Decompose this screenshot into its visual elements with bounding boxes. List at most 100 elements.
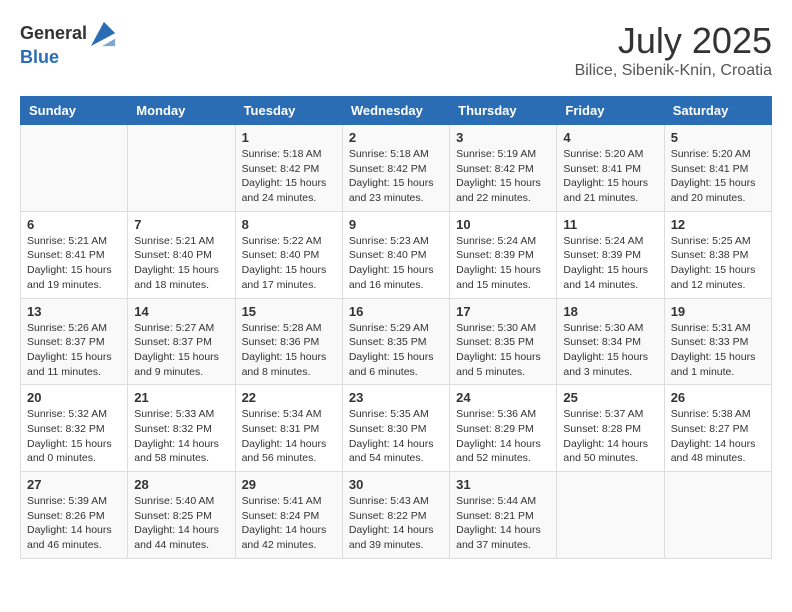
calendar-cell: 10 Sunrise: 5:24 AM Sunset: 8:39 PM Dayli… xyxy=(450,211,557,298)
calendar-cell: 15 Sunrise: 5:28 AM Sunset: 8:36 PM Dayli… xyxy=(235,298,342,385)
logo-general-text: General xyxy=(20,24,87,44)
day-info: Sunrise: 5:18 AM Sunset: 8:42 PM Dayligh… xyxy=(349,147,443,206)
calendar-cell xyxy=(557,472,664,559)
calendar-cell: 16 Sunrise: 5:29 AM Sunset: 8:35 PM Dayli… xyxy=(342,298,449,385)
day-info: Sunrise: 5:39 AM Sunset: 8:26 PM Dayligh… xyxy=(27,494,121,553)
calendar-header: SundayMondayTuesdayWednesdayThursdayFrid… xyxy=(21,97,772,125)
day-info: Sunrise: 5:24 AM Sunset: 8:39 PM Dayligh… xyxy=(456,234,550,293)
page-header: General Blue July 2025 Bilice, Sibenik-K… xyxy=(20,20,772,80)
calendar-cell: 30 Sunrise: 5:43 AM Sunset: 8:22 PM Dayli… xyxy=(342,472,449,559)
day-number: 8 xyxy=(242,217,336,232)
day-info: Sunrise: 5:22 AM Sunset: 8:40 PM Dayligh… xyxy=(242,234,336,293)
day-number: 15 xyxy=(242,304,336,319)
day-number: 25 xyxy=(563,390,657,405)
day-number: 7 xyxy=(134,217,228,232)
calendar-day-header: Friday xyxy=(557,97,664,125)
day-number: 19 xyxy=(671,304,765,319)
calendar-cell: 13 Sunrise: 5:26 AM Sunset: 8:37 PM Dayli… xyxy=(21,298,128,385)
day-info: Sunrise: 5:41 AM Sunset: 8:24 PM Dayligh… xyxy=(242,494,336,553)
calendar-table: SundayMondayTuesdayWednesdayThursdayFrid… xyxy=(20,96,772,559)
day-info: Sunrise: 5:30 AM Sunset: 8:35 PM Dayligh… xyxy=(456,321,550,380)
calendar-day-header: Saturday xyxy=(664,97,771,125)
day-info: Sunrise: 5:43 AM Sunset: 8:22 PM Dayligh… xyxy=(349,494,443,553)
calendar-cell: 24 Sunrise: 5:36 AM Sunset: 8:29 PM Dayli… xyxy=(450,385,557,472)
day-info: Sunrise: 5:29 AM Sunset: 8:35 PM Dayligh… xyxy=(349,321,443,380)
day-number: 29 xyxy=(242,477,336,492)
calendar-week-row: 20Sunrise: 5:32 AM Sunset: 8:32 PM Dayli… xyxy=(21,385,772,472)
month-title: July 2025 xyxy=(575,20,772,62)
calendar-cell: 17 Sunrise: 5:30 AM Sunset: 8:35 PM Dayli… xyxy=(450,298,557,385)
day-number: 18 xyxy=(563,304,657,319)
calendar-cell: 5 Sunrise: 5:20 AM Sunset: 8:41 PM Daylig… xyxy=(664,125,771,212)
day-number: 28 xyxy=(134,477,228,492)
logo-blue-text: Blue xyxy=(20,47,59,67)
day-number: 13 xyxy=(27,304,121,319)
day-info: Sunrise: 5:28 AM Sunset: 8:36 PM Dayligh… xyxy=(242,321,336,380)
day-info: Sunrise: 5:31 AM Sunset: 8:33 PM Dayligh… xyxy=(671,321,765,380)
day-info: Sunrise: 5:33 AM Sunset: 8:32 PM Dayligh… xyxy=(134,407,228,466)
calendar-cell: 3Sunrise: 5:19 AM Sunset: 8:42 PM Daylig… xyxy=(450,125,557,212)
day-number: 20 xyxy=(27,390,121,405)
calendar-day-header: Sunday xyxy=(21,97,128,125)
day-number: 24 xyxy=(456,390,550,405)
logo-icon xyxy=(89,20,117,48)
calendar-cell: 20Sunrise: 5:32 AM Sunset: 8:32 PM Dayli… xyxy=(21,385,128,472)
calendar-cell xyxy=(664,472,771,559)
calendar-cell: 4 Sunrise: 5:20 AM Sunset: 8:41 PM Daylig… xyxy=(557,125,664,212)
calendar-cell: 26 Sunrise: 5:38 AM Sunset: 8:27 PM Dayli… xyxy=(664,385,771,472)
day-info: Sunrise: 5:34 AM Sunset: 8:31 PM Dayligh… xyxy=(242,407,336,466)
day-number: 27 xyxy=(27,477,121,492)
calendar-body: 1 Sunrise: 5:18 AM Sunset: 8:42 PM Daylig… xyxy=(21,125,772,559)
day-info: Sunrise: 5:27 AM Sunset: 8:37 PM Dayligh… xyxy=(134,321,228,380)
calendar-day-header: Monday xyxy=(128,97,235,125)
day-number: 23 xyxy=(349,390,443,405)
day-info: Sunrise: 5:30 AM Sunset: 8:34 PM Dayligh… xyxy=(563,321,657,380)
day-info: Sunrise: 5:24 AM Sunset: 8:39 PM Dayligh… xyxy=(563,234,657,293)
day-number: 12 xyxy=(671,217,765,232)
day-number: 4 xyxy=(563,130,657,145)
location-title: Bilice, Sibenik-Knin, Croatia xyxy=(575,62,772,80)
day-number: 10 xyxy=(456,217,550,232)
calendar-cell: 1 Sunrise: 5:18 AM Sunset: 8:42 PM Daylig… xyxy=(235,125,342,212)
day-info: Sunrise: 5:40 AM Sunset: 8:25 PM Dayligh… xyxy=(134,494,228,553)
calendar-cell: 31Sunrise: 5:44 AM Sunset: 8:21 PM Dayli… xyxy=(450,472,557,559)
day-info: Sunrise: 5:20 AM Sunset: 8:41 PM Dayligh… xyxy=(563,147,657,206)
calendar-cell: 11Sunrise: 5:24 AM Sunset: 8:39 PM Dayli… xyxy=(557,211,664,298)
calendar-cell: 29 Sunrise: 5:41 AM Sunset: 8:24 PM Dayli… xyxy=(235,472,342,559)
day-info: Sunrise: 5:20 AM Sunset: 8:41 PM Dayligh… xyxy=(671,147,765,206)
logo: General Blue xyxy=(20,20,117,68)
day-number: 16 xyxy=(349,304,443,319)
day-number: 17 xyxy=(456,304,550,319)
calendar-day-header: Tuesday xyxy=(235,97,342,125)
calendar-header-row: SundayMondayTuesdayWednesdayThursdayFrid… xyxy=(21,97,772,125)
day-info: Sunrise: 5:18 AM Sunset: 8:42 PM Dayligh… xyxy=(242,147,336,206)
day-info: Sunrise: 5:19 AM Sunset: 8:42 PM Dayligh… xyxy=(456,147,550,206)
calendar-cell: 22 Sunrise: 5:34 AM Sunset: 8:31 PM Dayli… xyxy=(235,385,342,472)
calendar-cell xyxy=(128,125,235,212)
calendar-cell xyxy=(21,125,128,212)
calendar-cell: 2Sunrise: 5:18 AM Sunset: 8:42 PM Daylig… xyxy=(342,125,449,212)
calendar-cell: 14Sunrise: 5:27 AM Sunset: 8:37 PM Dayli… xyxy=(128,298,235,385)
title-section: July 2025 Bilice, Sibenik-Knin, Croatia xyxy=(575,20,772,80)
day-number: 22 xyxy=(242,390,336,405)
calendar-cell: 8 Sunrise: 5:22 AM Sunset: 8:40 PM Daylig… xyxy=(235,211,342,298)
day-number: 26 xyxy=(671,390,765,405)
day-number: 5 xyxy=(671,130,765,145)
day-number: 30 xyxy=(349,477,443,492)
day-info: Sunrise: 5:38 AM Sunset: 8:27 PM Dayligh… xyxy=(671,407,765,466)
calendar-week-row: 6Sunrise: 5:21 AM Sunset: 8:41 PM Daylig… xyxy=(21,211,772,298)
day-info: Sunrise: 5:36 AM Sunset: 8:29 PM Dayligh… xyxy=(456,407,550,466)
day-info: Sunrise: 5:26 AM Sunset: 8:37 PM Dayligh… xyxy=(27,321,121,380)
calendar-cell: 19 Sunrise: 5:31 AM Sunset: 8:33 PM Dayli… xyxy=(664,298,771,385)
day-number: 1 xyxy=(242,130,336,145)
calendar-day-header: Thursday xyxy=(450,97,557,125)
calendar-cell: 6Sunrise: 5:21 AM Sunset: 8:41 PM Daylig… xyxy=(21,211,128,298)
day-info: Sunrise: 5:37 AM Sunset: 8:28 PM Dayligh… xyxy=(563,407,657,466)
calendar-week-row: 1 Sunrise: 5:18 AM Sunset: 8:42 PM Daylig… xyxy=(21,125,772,212)
calendar-cell: 27 Sunrise: 5:39 AM Sunset: 8:26 PM Dayli… xyxy=(21,472,128,559)
calendar-cell: 9Sunrise: 5:23 AM Sunset: 8:40 PM Daylig… xyxy=(342,211,449,298)
day-info: Sunrise: 5:35 AM Sunset: 8:30 PM Dayligh… xyxy=(349,407,443,466)
calendar-cell: 7 Sunrise: 5:21 AM Sunset: 8:40 PM Daylig… xyxy=(128,211,235,298)
day-info: Sunrise: 5:21 AM Sunset: 8:40 PM Dayligh… xyxy=(134,234,228,293)
calendar-cell: 12Sunrise: 5:25 AM Sunset: 8:38 PM Dayli… xyxy=(664,211,771,298)
